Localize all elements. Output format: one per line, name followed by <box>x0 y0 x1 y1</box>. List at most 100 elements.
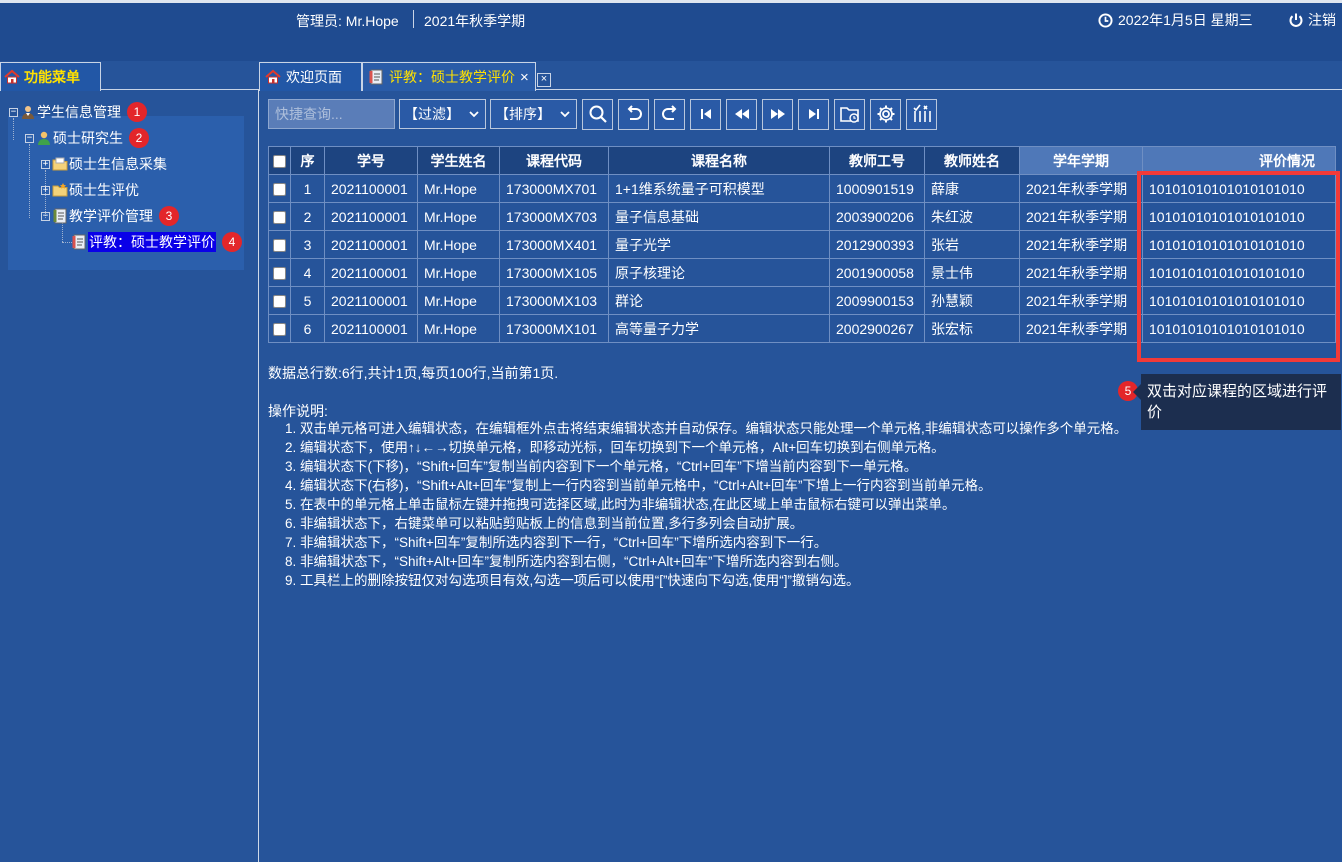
collapse-icon[interactable]: − <box>25 133 34 143</box>
cell-course-code[interactable]: 173000MX703 <box>499 202 609 231</box>
cell-course-code[interactable]: 173000MX101 <box>499 314 609 343</box>
cell-course-code[interactable]: 173000MX105 <box>499 258 609 287</box>
cell-teacher-name[interactable]: 张岩 <box>924 230 1020 259</box>
row-checkbox-cell[interactable] <box>268 202 291 231</box>
row-checkbox[interactable] <box>273 239 286 253</box>
cell-course-code[interactable]: 173000MX701 <box>499 174 609 203</box>
first-page-button[interactable] <box>690 98 721 130</box>
cell-student-id[interactable]: 2021100001 <box>324 258 418 287</box>
cell-course-code[interactable]: 173000MX103 <box>499 286 609 315</box>
cell-index[interactable]: 1 <box>290 174 325 203</box>
tree-node-teaching-eval[interactable]: − 教学评价管理 3 <box>41 206 179 226</box>
cell-course-name[interactable]: 量子信息基础 <box>608 202 830 231</box>
cell-teacher-name[interactable]: 景士伟 <box>924 258 1020 287</box>
cell-teacher-id[interactable]: 2009900153 <box>829 286 925 315</box>
column-config-button[interactable] <box>906 98 937 130</box>
column-header[interactable]: 教师工号 <box>829 146 925 175</box>
cell-course-name[interactable]: 1+1维系统量子可积模型 <box>608 174 830 203</box>
row-checkbox[interactable] <box>273 323 286 337</box>
cell-teacher-name[interactable]: 张宏标 <box>924 314 1020 343</box>
cell-teacher-name[interactable]: 朱红波 <box>924 202 1020 231</box>
column-header[interactable]: 课程代码 <box>499 146 609 175</box>
cell-student-id[interactable]: 2021100001 <box>324 286 418 315</box>
column-header[interactable]: 序 <box>290 146 325 175</box>
collapse-icon[interactable]: − <box>9 107 18 117</box>
cell-course-code[interactable]: 173000MX401 <box>499 230 609 259</box>
logout-button[interactable]: 注销 <box>1288 10 1336 30</box>
column-header[interactable]: 学生姓名 <box>417 146 500 175</box>
column-header[interactable]: 学年学期 <box>1019 146 1143 175</box>
cell-teacher-id[interactable]: 2003900206 <box>829 202 925 231</box>
cell-course-name[interactable]: 群论 <box>608 286 830 315</box>
row-checkbox[interactable] <box>273 211 286 225</box>
tree-node-info-collection[interactable]: + 硕士生信息采集 <box>41 154 167 174</box>
cell-term[interactable]: 2021年秋季学期 <box>1019 174 1143 203</box>
row-checkbox-cell[interactable] <box>268 314 291 343</box>
column-header[interactable]: 课程名称 <box>608 146 830 175</box>
filter-select[interactable]: 【过滤】 <box>399 99 486 129</box>
redo-button[interactable] <box>654 98 685 130</box>
cell-student-id[interactable]: 2021100001 <box>324 202 418 231</box>
cell-term[interactable]: 2021年秋季学期 <box>1019 286 1143 315</box>
cell-student-id[interactable]: 2021100001 <box>324 174 418 203</box>
cell-teacher-id[interactable]: 2002900267 <box>829 314 925 343</box>
cell-course-name[interactable]: 量子光学 <box>608 230 830 259</box>
tree-node-student-info[interactable]: − 学生信息管理 1 <box>9 102 147 122</box>
cell-index[interactable]: 6 <box>290 314 325 343</box>
cell-teacher-id[interactable]: 1000901519 <box>829 174 925 203</box>
cell-course-name[interactable]: 高等量子力学 <box>608 314 830 343</box>
select-all-checkbox[interactable] <box>273 155 286 169</box>
cell-student-name[interactable]: Mr.Hope <box>417 314 500 343</box>
undo-button[interactable] <box>618 98 649 130</box>
column-header[interactable]: 教师姓名 <box>924 146 1020 175</box>
cell-teacher-id[interactable]: 2012900393 <box>829 230 925 259</box>
cell-term[interactable]: 2021年秋季学期 <box>1019 314 1143 343</box>
cell-index[interactable]: 5 <box>290 286 325 315</box>
cell-student-name[interactable]: Mr.Hope <box>417 230 500 259</box>
cell-student-name[interactable]: Mr.Hope <box>417 202 500 231</box>
export-button[interactable] <box>834 98 865 130</box>
cell-index[interactable]: 4 <box>290 258 325 287</box>
row-checkbox[interactable] <box>273 183 286 197</box>
row-checkbox-cell[interactable] <box>268 258 291 287</box>
cell-student-id[interactable]: 2021100001 <box>324 230 418 259</box>
cell-term[interactable]: 2021年秋季学期 <box>1019 202 1143 231</box>
tab-teaching-eval[interactable]: 评教：硕士教学评价 × <box>362 62 536 91</box>
cell-student-name[interactable]: Mr.Hope <box>417 286 500 315</box>
search-input[interactable] <box>268 99 395 129</box>
cell-teacher-name[interactable]: 孙慧颖 <box>924 286 1020 315</box>
sort-select[interactable]: 【排序】 <box>490 99 577 129</box>
cell-student-name[interactable]: Mr.Hope <box>417 258 500 287</box>
cell-term[interactable]: 2021年秋季学期 <box>1019 230 1143 259</box>
row-checkbox-cell[interactable] <box>268 174 291 203</box>
tab-function-menu[interactable]: 功能菜单 <box>0 62 101 91</box>
expand-icon[interactable]: + <box>41 185 50 195</box>
tree-node-excellence[interactable]: + 硕士生评优 <box>41 180 139 200</box>
cell-index[interactable]: 3 <box>290 230 325 259</box>
tree-node-master-teaching-eval[interactable]: 评教：硕士教学评价 4 <box>71 232 242 252</box>
tab-welcome[interactable]: 欢迎页面 <box>259 62 362 91</box>
expand-icon[interactable]: + <box>41 159 50 169</box>
settings-button[interactable] <box>870 98 901 130</box>
last-page-button[interactable] <box>798 98 829 130</box>
cell-term[interactable]: 2021年秋季学期 <box>1019 258 1143 287</box>
cell-student-name[interactable]: Mr.Hope <box>417 174 500 203</box>
next-page-button[interactable] <box>762 98 793 130</box>
tree-node-master-students[interactable]: − 硕士研究生 2 <box>25 128 149 148</box>
collapse-icon[interactable]: − <box>41 211 50 221</box>
prev-page-button[interactable] <box>726 98 757 130</box>
row-checkbox-cell[interactable] <box>268 286 291 315</box>
search-button[interactable] <box>582 98 613 130</box>
cell-course-name[interactable]: 原子核理论 <box>608 258 830 287</box>
close-all-tabs-icon[interactable]: × <box>537 73 551 87</box>
row-checkbox[interactable] <box>273 295 286 309</box>
cell-teacher-id[interactable]: 2001900058 <box>829 258 925 287</box>
select-all-header[interactable] <box>268 146 291 175</box>
row-checkbox-cell[interactable] <box>268 230 291 259</box>
cell-student-id[interactable]: 2021100001 <box>324 314 418 343</box>
row-checkbox[interactable] <box>273 267 286 281</box>
cell-index[interactable]: 2 <box>290 202 325 231</box>
column-header[interactable]: 学号 <box>324 146 418 175</box>
cell-teacher-name[interactable]: 薛康 <box>924 174 1020 203</box>
tab-close-icon[interactable]: × <box>520 69 529 86</box>
